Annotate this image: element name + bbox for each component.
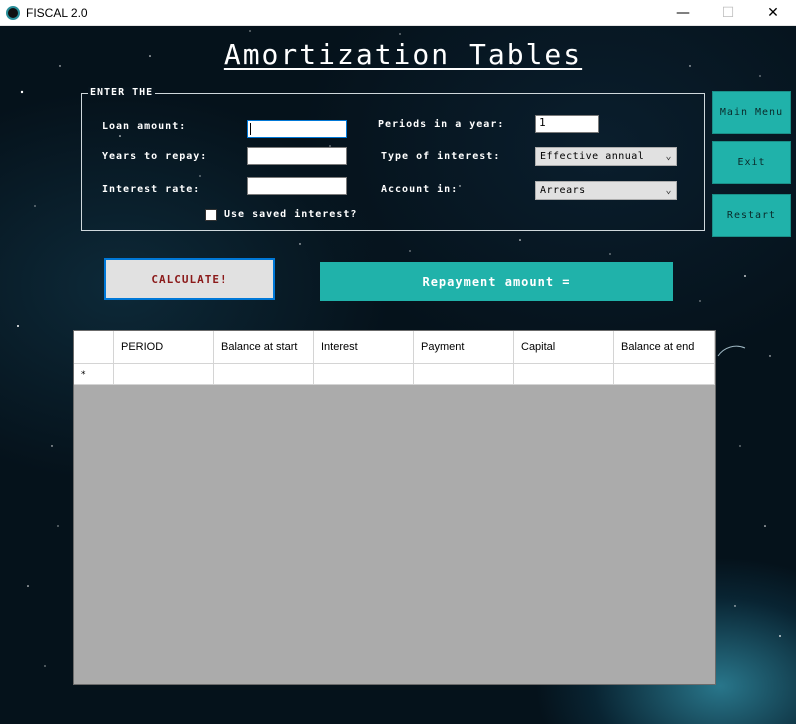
column-header-period[interactable]: PERIOD [114, 331, 214, 364]
use-saved-interest-checkbox[interactable] [205, 209, 217, 221]
table-cell[interactable] [414, 364, 514, 385]
window-title: FISCAL 2.0 [26, 5, 88, 20]
periods-value: 1 [539, 116, 546, 129]
account-in-label: Account in: [381, 184, 459, 195]
window-titlebar: FISCAL 2.0 — ☐ ✕ [0, 0, 796, 26]
chevron-down-icon: ⌄ [665, 185, 672, 196]
minimize-button[interactable]: — [660, 0, 706, 26]
periods-label: Periods in a year: [378, 119, 505, 130]
table-cell[interactable] [214, 364, 314, 385]
type-of-interest-label: Type of interest: [381, 151, 501, 162]
chevron-down-icon: ⌄ [665, 151, 672, 162]
new-row-marker[interactable]: * [74, 364, 114, 385]
amortization-grid[interactable]: PERIOD Balance at start Interest Payment… [73, 330, 716, 685]
type-of-interest-value: Effective annual [540, 151, 645, 162]
close-button[interactable]: ✕ [750, 0, 796, 26]
account-in-value: Arrears [540, 185, 586, 196]
years-to-repay-label: Years to repay: [102, 151, 208, 162]
years-to-repay-input[interactable] [247, 147, 347, 165]
text-caret [250, 123, 251, 135]
table-row-new[interactable]: * [74, 364, 715, 385]
column-header-capital[interactable]: Capital [514, 331, 614, 364]
column-header-balance-start[interactable]: Balance at start [214, 331, 314, 364]
account-in-select[interactable]: Arrears ⌄ [535, 181, 677, 200]
grid-corner-cell[interactable] [74, 331, 114, 364]
app-icon [6, 5, 20, 20]
calculate-button[interactable]: CALCULATE! [104, 258, 275, 300]
repayment-amount-display: Repayment amount = [320, 262, 673, 301]
table-cell[interactable] [514, 364, 614, 385]
use-saved-interest-label[interactable]: Use saved interest? [224, 209, 357, 220]
grid-header: PERIOD Balance at start Interest Payment… [74, 331, 715, 364]
groupbox-legend: ENTER THE [88, 87, 156, 98]
table-cell[interactable] [114, 364, 214, 385]
type-of-interest-select[interactable]: Effective annual ⌄ [535, 147, 677, 166]
column-header-balance-end[interactable]: Balance at end [614, 331, 715, 364]
main-menu-button[interactable]: Main Menu [712, 91, 791, 134]
interest-rate-input[interactable] [247, 177, 347, 195]
main-content: Amortization Tables ENTER THE Loan amoun… [0, 26, 796, 724]
exit-button[interactable]: Exit [712, 141, 791, 184]
column-header-payment[interactable]: Payment [414, 331, 514, 364]
maximize-button[interactable]: ☐ [705, 0, 751, 26]
page-title: Amortization Tables [223, 38, 583, 71]
table-cell[interactable] [314, 364, 414, 385]
loan-amount-label: Loan amount: [102, 121, 187, 132]
restart-button[interactable]: Restart [712, 194, 791, 237]
interest-rate-label: Interest rate: [102, 184, 201, 195]
column-header-interest[interactable]: Interest [314, 331, 414, 364]
loan-amount-input[interactable] [247, 120, 347, 138]
periods-input[interactable]: 1 [535, 115, 599, 133]
table-cell[interactable] [614, 364, 715, 385]
